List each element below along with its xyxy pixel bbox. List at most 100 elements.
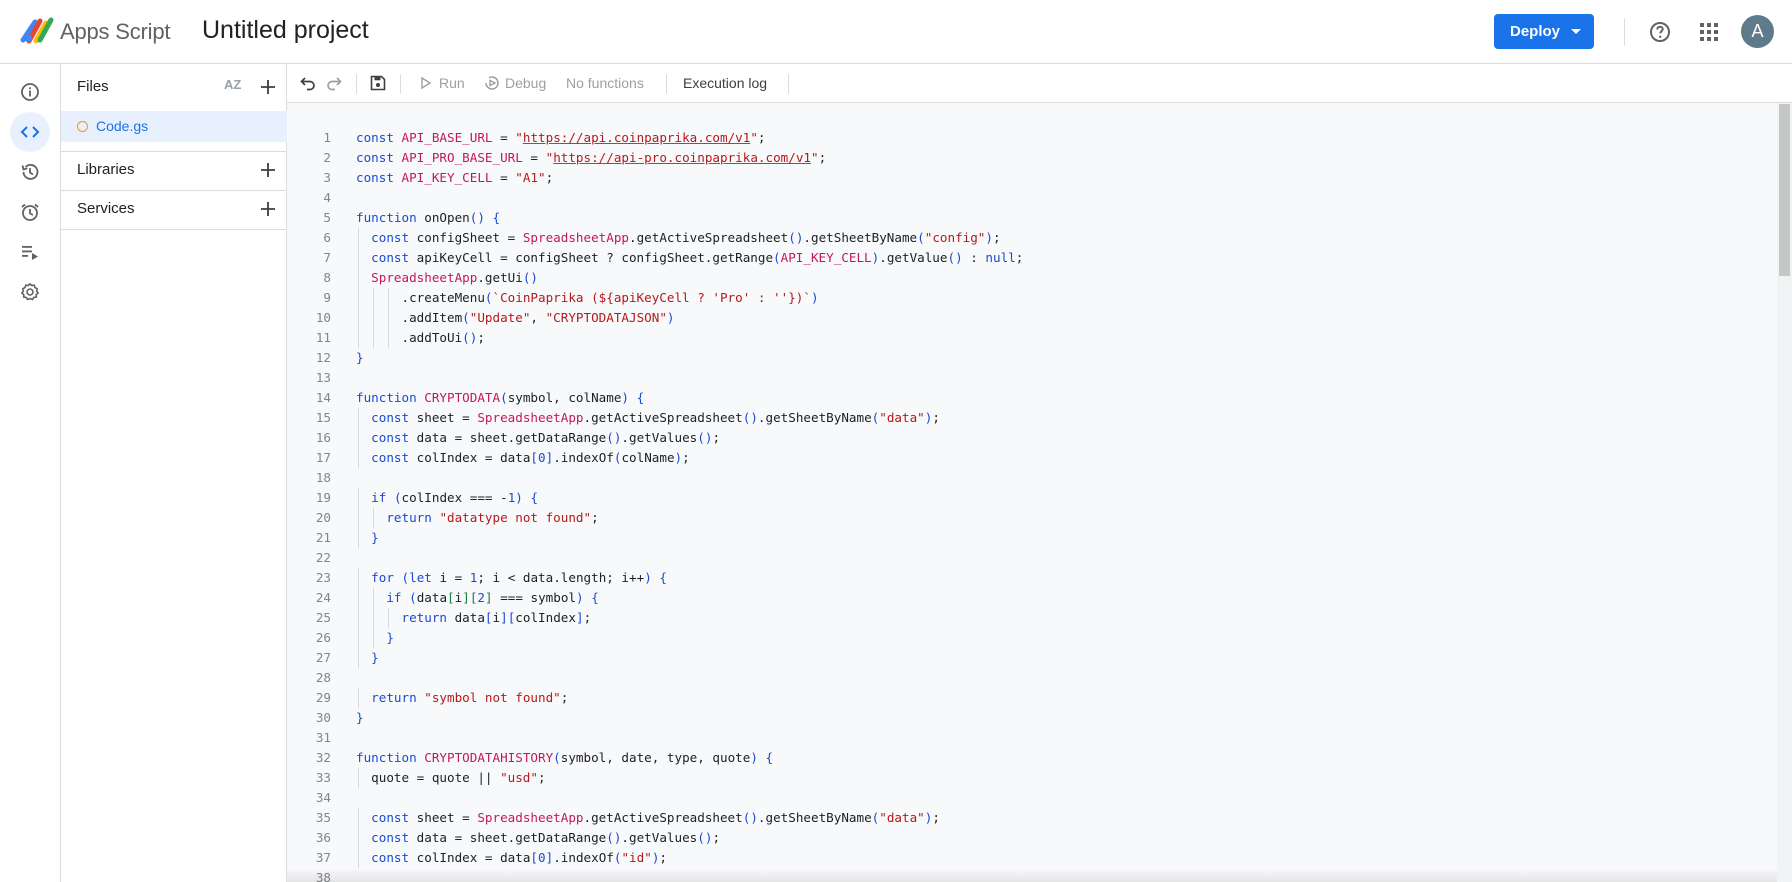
code-line[interactable]: 36 const data = sheet.getDataRange().get… — [287, 828, 1777, 848]
overview-button[interactable] — [10, 72, 50, 112]
indent-guide — [388, 288, 390, 308]
code-text: for (let i = 1; i < data.length; i++) { — [371, 570, 667, 585]
code-line[interactable]: 26 } — [287, 628, 1777, 648]
code-line[interactable]: 31 — [287, 728, 1777, 748]
indent-guide — [358, 568, 359, 588]
line-number: 24 — [315, 590, 331, 605]
triggers-button[interactable] — [10, 192, 50, 232]
code-line[interactable]: 9 .createMenu(`CoinPaprika (${apiKeyCell… — [287, 288, 1777, 308]
executions-button[interactable] — [10, 232, 50, 272]
account-avatar[interactable]: A — [1741, 15, 1774, 48]
help-icon[interactable] — [1648, 20, 1672, 44]
code-line[interactable]: 29 return "symbol not found"; — [287, 688, 1777, 708]
indent-guide — [358, 508, 359, 528]
app-name[interactable]: Apps Script — [60, 19, 170, 45]
code-line[interactable]: 37 const colIndex = data[0].indexOf("id"… — [287, 848, 1777, 868]
code-line[interactable]: 24 if (data[i][2] === symbol) { — [287, 588, 1777, 608]
google-apps-icon[interactable] — [1697, 20, 1721, 44]
code-line[interactable]: 25 return data[i][colIndex]; — [287, 608, 1777, 628]
add-library-icon[interactable] — [258, 160, 278, 180]
line-number: 29 — [315, 690, 331, 705]
code-line[interactable]: 1 const API_BASE_URL = "https://api.coinp… — [287, 128, 1777, 148]
code-line[interactable]: 5 function onOpen() { — [287, 208, 1777, 228]
indent-guide — [358, 648, 359, 668]
sort-az-icon[interactable]: AZ — [224, 77, 246, 97]
code-line[interactable]: 16 const data = sheet.getDataRange().get… — [287, 428, 1777, 448]
execution-log-button[interactable]: Execution log — [683, 75, 767, 91]
file-name: Code.gs — [96, 118, 149, 134]
editor-scrollbar[interactable] — [1777, 103, 1792, 882]
files-title: Files — [77, 78, 109, 95]
function-select[interactable]: No functions — [566, 75, 644, 91]
line-number: 17 — [315, 450, 331, 465]
editor-button[interactable] — [10, 112, 50, 152]
code-line[interactable]: 14 function CRYPTODATA(symbol, colName) { — [287, 388, 1777, 408]
code-text: const sheet = SpreadsheetApp.getActiveSp… — [371, 810, 940, 825]
indent-guide — [373, 328, 375, 348]
code-line[interactable]: 28 — [287, 668, 1777, 688]
add-service-icon[interactable] — [258, 199, 278, 219]
libraries-section-header[interactable]: Libraries — [61, 150, 287, 190]
project-title[interactable]: Untitled project — [202, 16, 369, 45]
code-line[interactable]: 34 — [287, 788, 1777, 808]
code-text: .addItem("Update", "CRYPTODATAJSON") — [356, 310, 675, 325]
project-history-button[interactable] — [10, 152, 50, 192]
code-line[interactable]: 32 function CRYPTODATAHISTORY(symbol, dat… — [287, 748, 1777, 768]
line-number: 36 — [315, 830, 331, 845]
code-line[interactable]: 7 const apiKeyCell = configSheet ? confi… — [287, 248, 1777, 268]
code-line[interactable]: 19 if (colIndex === -1) { — [287, 488, 1777, 508]
file-item-code-gs[interactable]: Code.gs — [61, 111, 287, 142]
code-line[interactable]: 8 SpreadsheetApp.getUi() — [287, 268, 1777, 288]
line-number: 19 — [315, 490, 331, 505]
code-line[interactable]: 4 — [287, 188, 1777, 208]
line-number: 3 — [323, 170, 331, 185]
editor-toolbar: Run Debug No functions Execution log — [287, 64, 1792, 103]
code-editor[interactable]: 1 const API_BASE_URL = "https://api.coinp… — [287, 103, 1777, 882]
code-line[interactable]: 3 const API_KEY_CELL = "A1"; — [287, 168, 1777, 188]
code-line[interactable]: 18 — [287, 468, 1777, 488]
code-line[interactable]: 6 const configSheet = SpreadsheetApp.get… — [287, 228, 1777, 248]
code-brackets-icon — [20, 126, 40, 138]
playlist-play-icon — [22, 246, 38, 260]
code-text: return data[i][colIndex]; — [401, 610, 592, 625]
line-number: 9 — [323, 290, 331, 305]
code-line[interactable]: 20 return "datatype not found"; — [287, 508, 1777, 528]
code-line[interactable]: 21 } — [287, 528, 1777, 548]
redo-icon[interactable] — [325, 74, 343, 92]
code-line[interactable]: 10 .addItem("Update", "CRYPTODATAJSON") — [287, 308, 1777, 328]
code-text: SpreadsheetApp.getUi() — [371, 270, 539, 285]
code-text: } — [371, 650, 379, 665]
services-section-header[interactable]: Services — [61, 189, 287, 229]
code-line[interactable]: 11 .addToUi(); — [287, 328, 1777, 348]
line-number: 8 — [323, 270, 331, 285]
project-settings-button[interactable] — [10, 272, 50, 312]
indent-guide — [358, 428, 359, 448]
indent-guide — [358, 628, 359, 648]
indent-guide — [358, 408, 359, 428]
code-line[interactable]: 27 } — [287, 648, 1777, 668]
line-number: 5 — [323, 210, 331, 225]
save-icon[interactable] — [369, 74, 387, 92]
code-line[interactable]: 30} — [287, 708, 1777, 728]
code-line[interactable]: 13 — [287, 368, 1777, 388]
code-line[interactable]: 35 const sheet = SpreadsheetApp.getActiv… — [287, 808, 1777, 828]
code-line[interactable]: 15 const sheet = SpreadsheetApp.getActiv… — [287, 408, 1777, 428]
code-line[interactable]: 12} — [287, 348, 1777, 368]
code-text: const colIndex = data[0].indexOf("id"); — [371, 850, 667, 865]
code-text: const API_BASE_URL = "https://api.coinpa… — [356, 130, 766, 145]
code-text: const API_PRO_BASE_URL = "https://api-pr… — [356, 150, 827, 165]
line-number: 35 — [315, 810, 331, 825]
add-file-icon[interactable] — [258, 77, 278, 97]
code-text: } — [371, 530, 379, 545]
code-line[interactable]: 2 const API_PRO_BASE_URL = "https://api-p… — [287, 148, 1777, 168]
undo-icon[interactable] — [299, 74, 317, 92]
line-number: 2 — [323, 150, 331, 165]
code-line[interactable]: 17 const colIndex = data[0].indexOf(colN… — [287, 448, 1777, 468]
scrollbar-thumb[interactable] — [1779, 104, 1790, 276]
code-line[interactable]: 22 — [287, 548, 1777, 568]
code-text: } — [386, 630, 394, 645]
deploy-button[interactable]: Deploy — [1494, 14, 1594, 49]
code-line[interactable]: 33 quote = quote || "usd"; — [287, 768, 1777, 788]
code-line[interactable]: 23 for (let i = 1; i < data.length; i++)… — [287, 568, 1777, 588]
indent-guide — [358, 308, 359, 328]
